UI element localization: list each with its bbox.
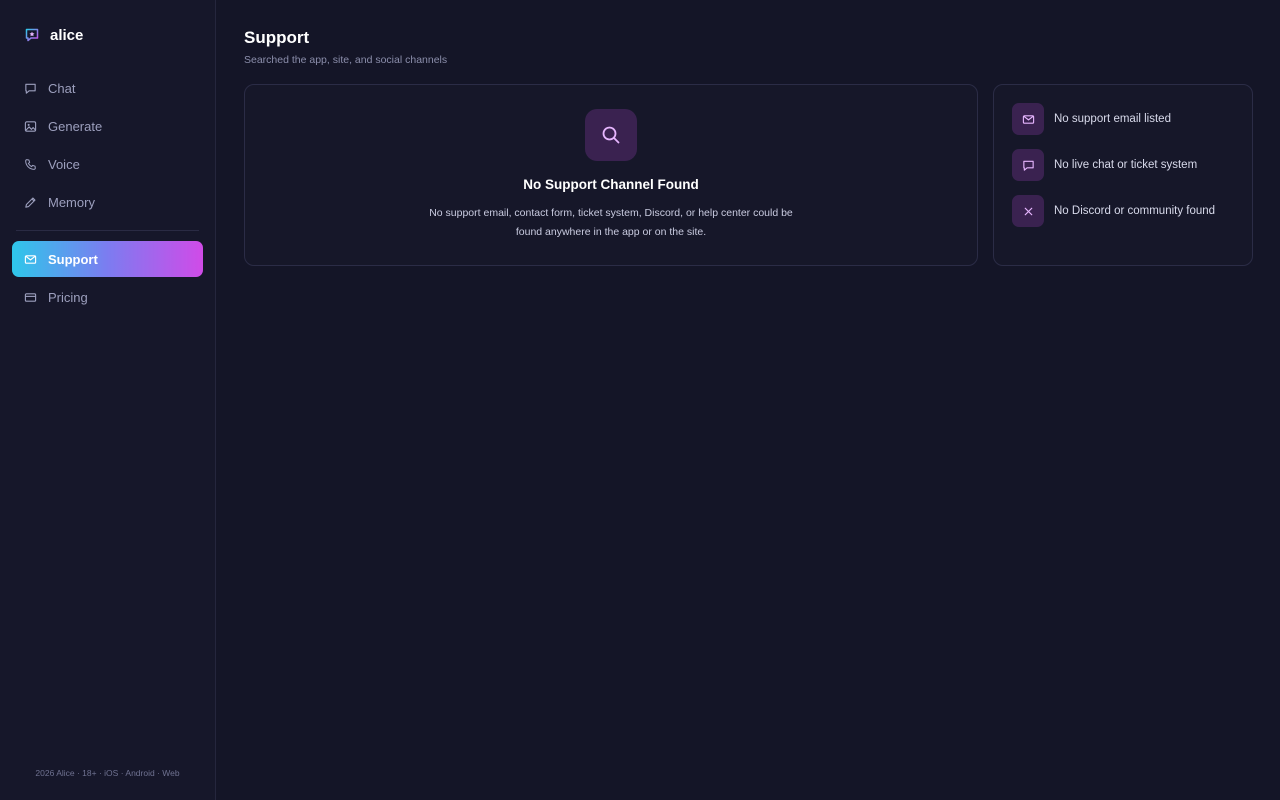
- phone-icon: [23, 157, 37, 171]
- sidebar-item-label: Support: [48, 251, 98, 267]
- close-icon: [1012, 195, 1044, 227]
- brand-name: alice: [50, 26, 84, 44]
- status-row-chat: No live chat or ticket system: [1012, 149, 1234, 181]
- sidebar-footer: 2026 Alice · 18+ · iOS · Android · Web: [35, 768, 180, 778]
- chat-bubble-icon: [23, 81, 37, 95]
- status-text: No Discord or community found: [1054, 205, 1216, 217]
- image-icon: [23, 119, 37, 133]
- main-content: Support Searched the app, site, and soci…: [216, 0, 1280, 800]
- sidebar-item-voice[interactable]: Voice: [12, 146, 203, 182]
- cards-row: No Support Channel Found No support emai…: [244, 84, 1253, 266]
- status-text: No support email listed: [1054, 113, 1171, 125]
- chat-star-icon: [24, 27, 40, 43]
- mail-icon: [1012, 103, 1044, 135]
- sidebar-nav: Chat Generate Voice Memory Support Prici…: [12, 70, 203, 317]
- card-icon: [23, 290, 37, 304]
- mail-icon: [23, 252, 37, 266]
- sidebar-item-pricing[interactable]: Pricing: [12, 279, 203, 315]
- brand[interactable]: alice: [12, 0, 203, 70]
- sidebar-item-memory[interactable]: Memory: [12, 184, 203, 220]
- page-title: Support: [244, 28, 310, 47]
- sidebar-item-label: Generate: [48, 118, 103, 134]
- status-row-email: No support email listed: [1012, 103, 1234, 135]
- sidebar-item-generate[interactable]: Generate: [12, 108, 203, 144]
- sidebar-item-label: Voice: [48, 156, 80, 172]
- empty-state-description: No support email, contact form, ticket s…: [429, 207, 793, 238]
- chat-bubble-icon: [1012, 149, 1044, 181]
- sidebar-item-chat[interactable]: Chat: [12, 70, 203, 106]
- empty-state-title: No Support Channel Found: [523, 177, 699, 192]
- status-card: No support email listed No live chat or …: [993, 84, 1253, 266]
- sidebar-item-label: Memory: [48, 194, 95, 210]
- pencil-icon: [23, 195, 37, 209]
- sidebar-item-label: Chat: [48, 80, 76, 96]
- empty-state-card: No Support Channel Found No support emai…: [244, 84, 978, 266]
- sidebar-item-support[interactable]: Support: [12, 241, 203, 277]
- status-text: No live chat or ticket system: [1054, 159, 1198, 171]
- sidebar-item-label: Pricing: [48, 289, 88, 305]
- app-root: alice Chat Generate Voice Memory Support…: [0, 0, 1280, 800]
- page-subtitle: Searched the app, site, and social chann…: [244, 54, 448, 66]
- nav-divider: [16, 230, 199, 231]
- search-icon: [585, 109, 637, 161]
- sidebar: alice Chat Generate Voice Memory Support…: [0, 0, 216, 800]
- status-row-discord: No Discord or community found: [1012, 195, 1234, 227]
